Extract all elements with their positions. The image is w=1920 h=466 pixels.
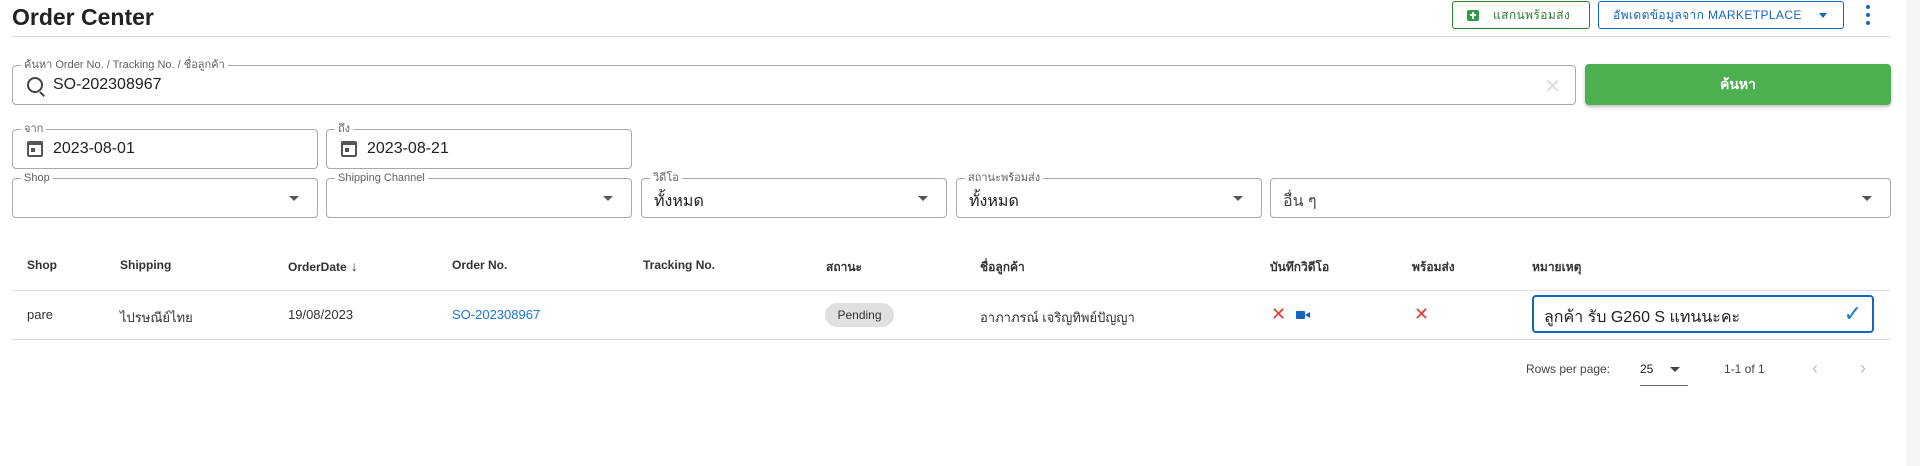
shop-legend: Shop: [21, 171, 53, 185]
caret-down-icon: [1819, 12, 1827, 18]
ready-status-legend: สถานะพร้อมส่ง: [965, 171, 1044, 185]
cell-customer: อาภาภรณ์ เจริญทิพย์ปัญญา: [980, 310, 1135, 325]
shipping-channel-legend: Shipping Channel: [335, 171, 428, 185]
calendar-icon: [27, 141, 43, 157]
search-button[interactable]: ค้นหา: [1585, 64, 1891, 105]
dropdown-arrow-icon: [1233, 196, 1243, 201]
column-header-video[interactable]: บันทึกวิดีโอ: [1270, 258, 1329, 277]
update-marketplace-button[interactable]: อัพเดตข้อมูลจาก MARKETPLACE: [1598, 1, 1844, 29]
date-to-field[interactable]: ถึง 2023-08-21: [326, 122, 632, 169]
prev-page-icon[interactable]: ‹: [1812, 358, 1818, 379]
column-header-status[interactable]: สถานะ: [826, 258, 862, 277]
column-header-note[interactable]: หมายเหตุ: [1532, 258, 1581, 277]
search-field[interactable]: ค้นหา Order No. / Tracking No. / ชื่อลูก…: [12, 58, 1576, 105]
dropdown-arrow-icon: [289, 196, 299, 201]
other-value: อื่น ๆ: [1283, 193, 1317, 210]
header-divider: [12, 290, 1890, 291]
clear-icon[interactable]: ✕: [1544, 74, 1561, 99]
date-from-input[interactable]: 2023-08-01: [53, 140, 135, 158]
next-page-icon[interactable]: ›: [1860, 358, 1866, 379]
shipping-channel-select[interactable]: Shipping Channel: [326, 171, 632, 218]
note-input[interactable]: ลูกค้า รับ G260 S แทนนะคะ: [1544, 305, 1740, 330]
calendar-icon: [341, 141, 357, 157]
cell-shipping: ไปรษณีย์ไทย: [120, 310, 193, 325]
pagination-range: 1-1 of 1: [1724, 362, 1765, 376]
dropdown-arrow-icon: [1670, 367, 1680, 372]
date-to-input[interactable]: 2023-08-21: [367, 140, 449, 158]
rows-per-page-label: Rows per page:: [1526, 362, 1611, 376]
column-header-order-no[interactable]: Order No.: [452, 258, 507, 272]
not-ready-icon: ✕: [1414, 304, 1430, 324]
cell-shop: pare: [27, 307, 54, 322]
dropdown-arrow-icon: [1862, 196, 1872, 201]
note-input-field[interactable]: ลูกค้า รับ G260 S แทนนะคะ ✓: [1532, 295, 1874, 333]
order-no-link[interactable]: SO-202308967: [452, 307, 540, 322]
video-camera-icon[interactable]: [1296, 311, 1310, 319]
rows-per-page-select[interactable]: 25: [1640, 362, 1688, 386]
dropdown-arrow-icon: [603, 196, 613, 201]
row-divider: [12, 339, 1890, 340]
ready-status-select[interactable]: สถานะพร้อมส่ง ทั้งหมด: [956, 171, 1262, 218]
column-header-shipping[interactable]: Shipping: [120, 258, 171, 272]
page-title: Order Center: [12, 4, 154, 30]
add-box-icon: [1467, 9, 1479, 21]
cell-order-date: 19/08/2023: [288, 307, 354, 322]
ready-status-value: ทั้งหมด: [969, 193, 1019, 210]
date-to-legend: ถึง: [335, 122, 354, 136]
other-select[interactable]: อื่น ๆ: [1270, 178, 1891, 218]
video-value: ทั้งหมด: [654, 193, 704, 210]
check-icon[interactable]: ✓: [1844, 301, 1862, 327]
column-header-ready[interactable]: พร้อมส่ง: [1412, 258, 1455, 277]
date-from-field[interactable]: จาก 2023-08-01: [12, 122, 318, 169]
scan-ready-label: แสกนพร้อมส่ง: [1493, 7, 1571, 22]
column-header-shop[interactable]: Shop: [27, 258, 57, 272]
date-from-legend: จาก: [21, 122, 47, 136]
dropdown-arrow-icon: [918, 196, 928, 201]
search-input[interactable]: SO-202308967: [53, 76, 162, 94]
column-header-customer[interactable]: ชื่อลูกค้า: [980, 258, 1025, 277]
video-missing-icon: ✕: [1271, 304, 1287, 324]
video-select[interactable]: วิดีโอ ทั้งหมด: [641, 171, 947, 218]
column-header-tracking-no[interactable]: Tracking No.: [643, 258, 715, 272]
update-marketplace-label: อัพเดตข้อมูลจาก MARKETPLACE: [1613, 7, 1802, 22]
scrollbar[interactable]: [1906, 0, 1920, 466]
video-legend: วิดีโอ: [650, 171, 682, 185]
more-options-icon[interactable]: [1862, 3, 1874, 27]
header-divider: [12, 36, 1890, 37]
rows-per-page-value: 25: [1640, 362, 1654, 376]
status-badge: Pending: [825, 303, 894, 327]
shop-select[interactable]: Shop: [12, 171, 318, 218]
search-legend: ค้นหา Order No. / Tracking No. / ชื่อลูก…: [21, 58, 228, 72]
column-header-orderdate[interactable]: OrderDate: [288, 258, 358, 274]
search-icon: [27, 77, 43, 93]
scan-ready-button[interactable]: แสกนพร้อมส่ง: [1452, 1, 1590, 29]
